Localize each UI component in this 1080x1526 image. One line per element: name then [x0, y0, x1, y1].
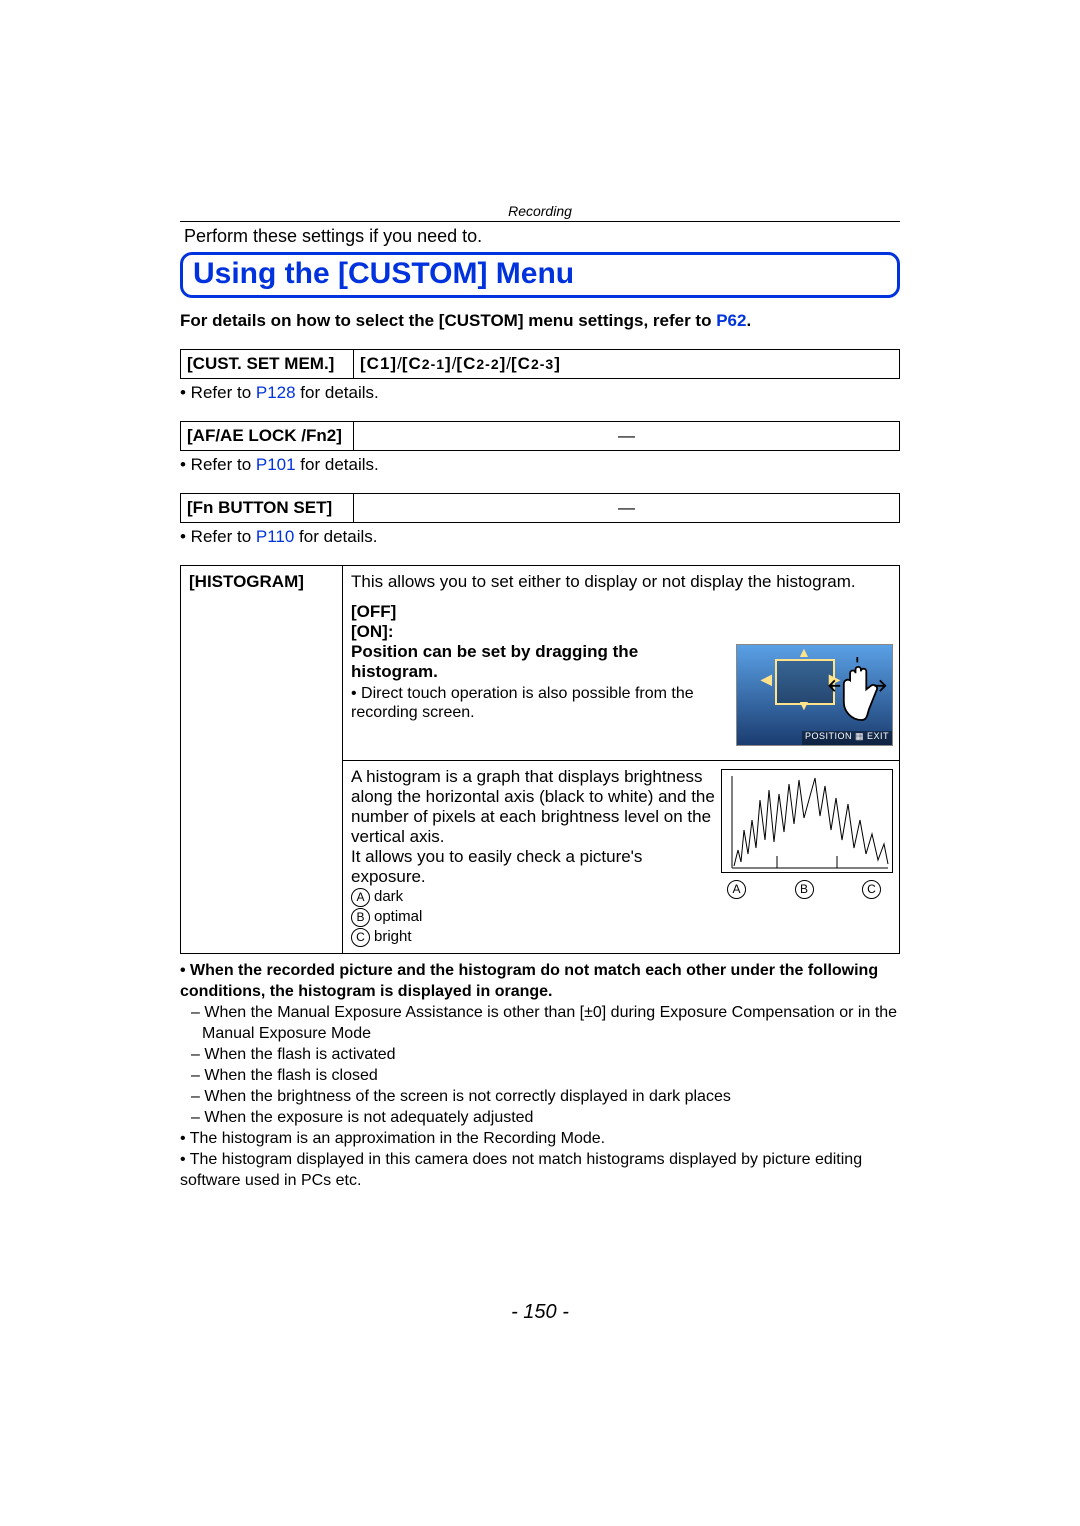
- histogram-bottom-cell: A B C A histogram is a graph that displa…: [343, 761, 900, 954]
- subtitle-post: .: [746, 311, 751, 330]
- link-p62[interactable]: P62: [716, 311, 746, 330]
- link-p128[interactable]: P128: [256, 383, 296, 402]
- status-position: POSITION: [805, 731, 852, 741]
- legend-dark: dark: [374, 888, 403, 905]
- axis-b: B: [795, 880, 814, 899]
- text: When the brightness of the screen is not…: [204, 1088, 731, 1105]
- afae-label: [AF/AE LOCK /Fn2]: [181, 422, 354, 451]
- note-pc: • The histogram displayed in this camera…: [180, 1149, 900, 1191]
- cust-set-mem-value: [C1]/[C2-1]/[C2-2]/[C2-3]: [354, 350, 900, 379]
- axis-c: C: [862, 880, 881, 899]
- text: for details.: [296, 455, 379, 474]
- link-p110[interactable]: P110: [256, 527, 294, 546]
- text: for details.: [296, 383, 379, 402]
- row-cust-set-mem: [CUST. SET MEM.] [C1]/[C2-1]/[C2-2]/[C2-…: [180, 349, 900, 379]
- histogram-axis-labels: A B C: [721, 878, 891, 899]
- page-title: Using the [CUSTOM] Menu: [193, 257, 574, 290]
- histogram-table: [HISTOGRAM] This allows you to set eithe…: [180, 565, 900, 954]
- note-cond-1: – When the Manual Exposure Assistance is…: [202, 1002, 900, 1044]
- notes-block: • When the recorded picture and the hist…: [180, 960, 900, 1191]
- text: When the exposure is not adequately adju…: [204, 1109, 533, 1126]
- row-fn-button-set: [Fn BUTTON SET] —: [180, 493, 900, 523]
- text: When the Manual Exposure Assistance is o…: [202, 1004, 897, 1042]
- note-approx: • The histogram is an approximation in t…: [180, 1128, 900, 1149]
- note-cond-5: – When the exposure is not adequately ad…: [202, 1107, 900, 1128]
- subtitle-pre: For details on how to select the [CUSTOM…: [180, 311, 716, 330]
- option-on: [ON]:: [351, 622, 891, 642]
- text: • Refer to: [180, 527, 256, 546]
- link-p101[interactable]: P101: [256, 455, 296, 474]
- section-header: Recording: [180, 203, 900, 222]
- fnbtn-label: [Fn BUTTON SET]: [181, 494, 354, 523]
- drag-hand-icon: [824, 657, 896, 729]
- legend-optimal: optimal: [374, 908, 422, 925]
- cust-set-mem-note: • Refer to P128 for details.: [180, 383, 900, 403]
- note-cond-3: – When the flash is closed: [202, 1065, 900, 1086]
- legend-bright: bright: [374, 928, 412, 945]
- text: When the flash is closed: [204, 1067, 377, 1084]
- title-box: Using the [CUSTOM] Menu: [180, 252, 900, 298]
- text: for details.: [294, 527, 377, 546]
- histogram-desc: This allows you to set either to display…: [351, 572, 891, 592]
- text: • Refer to: [180, 455, 256, 474]
- subtitle: For details on how to select the [CUSTOM…: [180, 311, 900, 331]
- text: When the flash is activated: [204, 1046, 395, 1063]
- note-orange: • When the recorded picture and the hist…: [180, 960, 900, 1002]
- status-exit: EXIT: [867, 731, 889, 741]
- row-afae-lock: [AF/AE LOCK /Fn2] —: [180, 421, 900, 451]
- axis-a: A: [727, 880, 746, 899]
- histogram-figure: A B C: [721, 769, 891, 899]
- page-number: - 150 -: [180, 1301, 900, 1324]
- fnbtn-note: • Refer to P110 for details.: [180, 527, 900, 547]
- histogram-label: [HISTOGRAM]: [181, 566, 343, 954]
- option-off: [OFF]: [351, 602, 891, 622]
- intro-text: Perform these settings if you need to.: [184, 226, 900, 247]
- note-cond-4: – When the brightness of the screen is n…: [202, 1086, 900, 1107]
- note-cond-2: – When the flash is activated: [202, 1044, 900, 1065]
- touch-figure: ▲▼ ◀▶ POSITION ▦ EXIT: [736, 644, 891, 748]
- histogram-top-cell: This allows you to set either to display…: [343, 566, 900, 761]
- afae-value: —: [354, 422, 900, 451]
- cust-set-mem-label: [CUST. SET MEM.]: [181, 350, 354, 379]
- fnbtn-value: —: [354, 494, 900, 523]
- text: • Refer to: [180, 383, 256, 402]
- afae-note: • Refer to P101 for details.: [180, 455, 900, 475]
